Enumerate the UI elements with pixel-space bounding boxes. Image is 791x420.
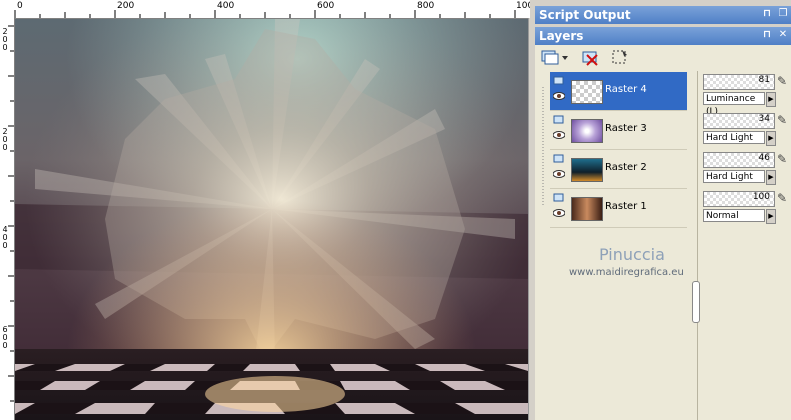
group-tree-line [542,87,544,207]
layer-thumbnail [571,197,603,221]
layers-title: Layers [539,29,584,43]
ruler-label: 0 [2,241,8,250]
opacity-slider[interactable]: 81 [703,74,775,90]
restore-icon[interactable]: ❐ [777,8,789,20]
chevron-right-icon[interactable]: ▶ [766,209,776,224]
canvas-scroll-edge [528,18,535,420]
selection-icon[interactable] [609,47,631,67]
chevron-right-icon[interactable]: ▶ [766,131,776,146]
blend-mode-select[interactable]: Hard Light [703,170,765,183]
pin-icon[interactable]: ⊓ [761,8,773,20]
delete-layer-icon[interactable] [579,47,601,67]
blend-mode-select[interactable]: Hard Light [703,131,765,144]
script-output-title-bar[interactable]: Script Output ⊓ ❐ [535,6,791,24]
canvas-artwork [15,19,528,420]
layer-icon [553,76,564,85]
layer-props-raster-2: 46 Hard Light ▶ ✎ [703,150,787,188]
chevron-right-icon[interactable]: ▶ [766,92,776,107]
layer-name[interactable]: Raster 2 [605,162,647,173]
ruler-ticks [14,10,516,18]
layer-icon [553,154,564,163]
ruler-ticks [8,25,14,402]
opacity-value: 34 [758,114,770,124]
panel-splitter-handle[interactable] [692,281,700,323]
layer-icon [553,115,564,124]
chevron-right-icon[interactable]: ▶ [766,170,776,185]
divider [697,71,698,420]
opacity-slider[interactable]: 34 [703,113,775,129]
layer-props-raster-1: 100 Normal ▶ ✎ [703,189,787,227]
brush-icon[interactable]: ✎ [777,74,791,88]
layer-name[interactable]: Raster 1 [605,201,647,212]
new-layer-icon[interactable] [539,47,561,67]
brush-icon[interactable]: ✎ [777,152,791,166]
eye-icon[interactable] [553,131,565,139]
brush-icon[interactable]: ✎ [777,113,791,127]
watermark-url: www.maidiregrafica.eu [569,267,684,278]
opacity-value: 100 [752,192,770,202]
ruler-label: 0 [2,143,8,152]
layer-icon [553,193,564,202]
blend-mode-select[interactable]: Normal [703,209,765,222]
vertical-ruler: 2 0 0 2 0 0 4 0 0 6 0 0 [0,18,15,420]
opacity-value: 81 [758,75,770,85]
layer-props-raster-3: 34 Hard Light ▶ ✎ [703,111,787,149]
opacity-value: 46 [758,153,770,163]
close-icon[interactable]: ✕ [777,29,789,41]
ruler-label: 0 [2,341,8,350]
layer-props-raster-4: 81 Luminance (L) ▶ ✎ [703,72,787,117]
eye-icon[interactable] [553,92,565,100]
ruler-label: 400 [217,1,235,11]
brush-icon[interactable]: ✎ [777,191,791,205]
horizontal-ruler: 0 200 400 600 800 100 [0,0,530,19]
ruler-label: 100 [516,1,530,11]
ruler-label: 600 [317,1,335,11]
layer-row-raster-4[interactable]: Raster 4 [550,72,687,111]
ruler-label: 200 [117,1,135,11]
eye-icon[interactable] [553,209,565,217]
image-canvas[interactable] [15,19,528,420]
ruler-label: 800 [417,1,435,11]
layer-thumbnail [571,119,603,143]
script-output-title: Script Output [539,8,631,22]
ruler-label: 0 [2,43,8,52]
chevron-down-icon[interactable] [561,47,569,67]
layer-thumbnail [571,158,603,182]
layer-thumbnail [571,80,603,104]
layer-row-raster-3[interactable]: Raster 3 [550,111,687,150]
layer-name[interactable]: Raster 4 [605,84,647,95]
watermark-name: Pinuccia [599,245,665,264]
layer-row-raster-2[interactable]: Raster 2 [550,150,687,189]
layer-name[interactable]: Raster 3 [605,123,647,134]
layers-title-bar[interactable]: Layers ⊓ ✕ [535,27,791,45]
opacity-slider[interactable]: 100 [703,191,775,207]
ruler-label: 0 [17,1,23,11]
opacity-slider[interactable]: 46 [703,152,775,168]
layer-row-raster-1[interactable]: Raster 1 [550,189,687,228]
eye-icon[interactable] [553,170,565,178]
layers-palette: Layers ⊓ ✕ Raster 4 Raster 3 Raster 2 Ra… [535,27,791,420]
pin-icon[interactable]: ⊓ [761,29,773,41]
blend-mode-select[interactable]: Luminance (L) [703,92,765,117]
